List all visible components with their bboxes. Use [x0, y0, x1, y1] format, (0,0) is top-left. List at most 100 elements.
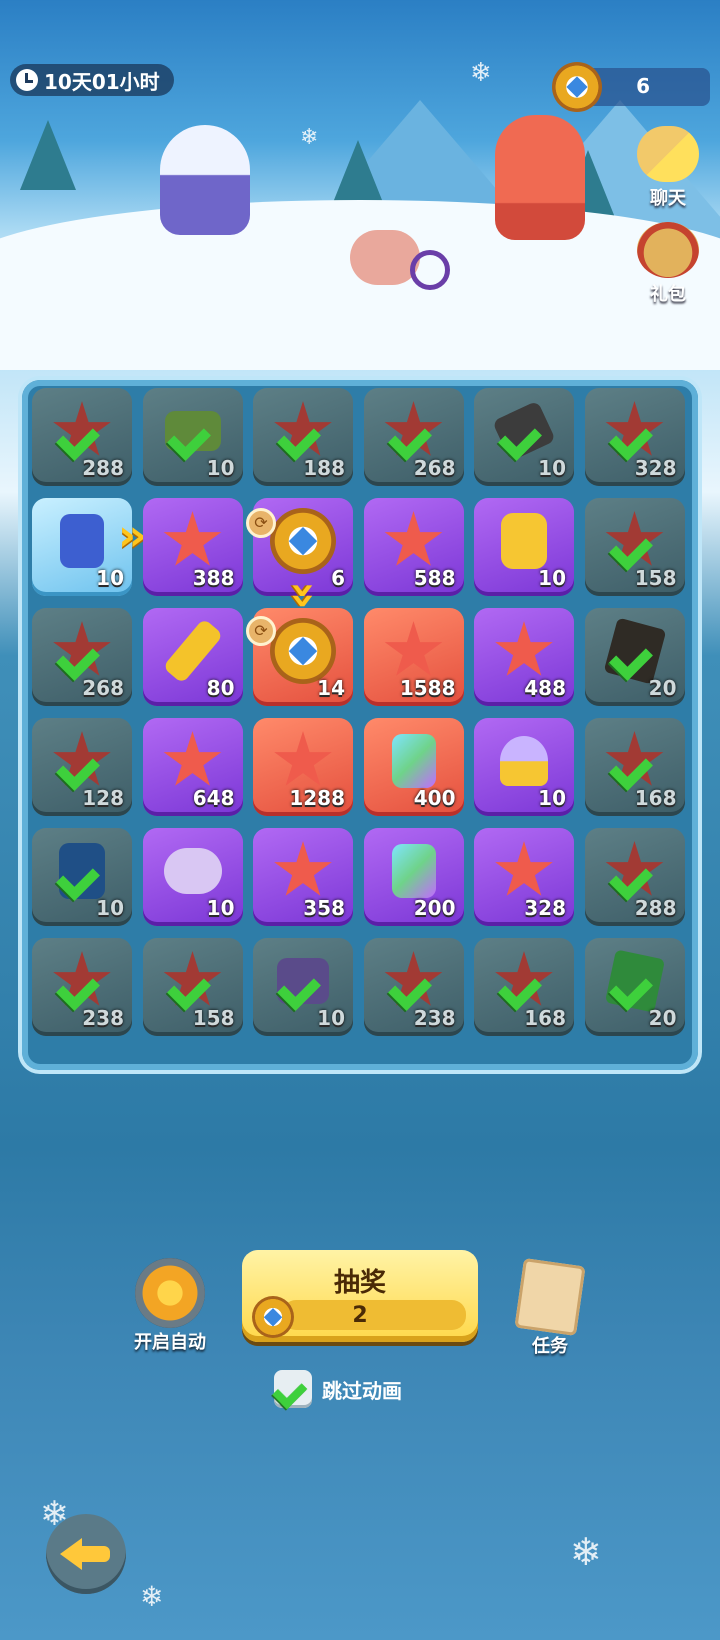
swap-icon: ⟳ [246, 616, 276, 646]
auto-start-button[interactable]: 开启自动 [128, 1258, 212, 1354]
chat-icon [637, 126, 699, 182]
golden-key-icon [161, 618, 224, 684]
checkmark-icon [275, 1371, 312, 1403]
board-tile: 588 [363, 498, 464, 596]
snowflake-icon: ❄ [300, 125, 319, 150]
red-dinosaur-character [495, 115, 585, 240]
snowflake-icon: ❄ [470, 58, 492, 88]
gift-label: 礼包 [650, 284, 686, 305]
tile-count: 238 [82, 1006, 124, 1030]
board-tile: 80 [142, 608, 243, 706]
checkmark-icon [391, 963, 437, 1003]
checkmark-icon [612, 853, 658, 893]
gift-pack-button[interactable]: 礼包 [630, 222, 706, 306]
pig-character [350, 230, 420, 285]
checkmark-icon [612, 523, 658, 563]
tile-count: 10 [206, 456, 235, 480]
checkmark-icon [612, 963, 658, 1003]
tile-count: 238 [413, 1006, 456, 1030]
board-tile: 268 [363, 388, 464, 486]
tile-count: 388 [192, 566, 235, 590]
rainbow-gem-icon [391, 844, 436, 899]
board-tile: 20 [584, 938, 685, 1036]
tile-count: 6 [331, 566, 345, 590]
lottery-draw-button[interactable]: 抽奖 2 [242, 1250, 478, 1342]
magnifier-icon [410, 250, 450, 290]
tile-count: 14 [317, 676, 345, 700]
clock-icon [16, 69, 38, 91]
board-tile: 488 [474, 608, 574, 706]
arrow-down-icon: » [278, 581, 330, 610]
tile-count: 588 [413, 566, 456, 590]
task-button[interactable]: 任务 [508, 1258, 592, 1358]
board-tile: 10 [142, 388, 243, 486]
draw-title: 抽奖 [333, 1268, 386, 1298]
board-tile: 158 [142, 938, 243, 1036]
tile-count: 268 [82, 676, 124, 700]
skip-animation-checkbox[interactable] [274, 1370, 312, 1408]
starfish-icon [163, 511, 222, 566]
snowflake-icon: ❄ [40, 1494, 69, 1534]
starfish-icon [274, 841, 332, 896]
tile-count: 328 [634, 456, 677, 480]
checkmark-icon [280, 413, 326, 453]
board-tile: 400 [363, 718, 464, 816]
gold-statue-icon [501, 513, 547, 570]
tile-count: 168 [524, 1006, 566, 1030]
tile-count: 1288 [289, 786, 345, 810]
rainbow-gem-icon [391, 734, 436, 789]
tile-count: 10 [96, 566, 124, 590]
draw-count: 2 [352, 1303, 368, 1328]
tile-count: 358 [303, 896, 345, 920]
tile-count: 20 [648, 676, 677, 700]
board-tile: 288 [584, 828, 685, 926]
checkmark-icon [280, 963, 326, 1003]
checkmark-icon [501, 963, 547, 1003]
chat-label: 聊天 [650, 188, 686, 209]
board-tile: 288 [32, 388, 132, 486]
checkmark-icon [612, 633, 658, 673]
currency-value: 6 [636, 74, 650, 98]
orb-chest-icon [500, 736, 548, 787]
task-label: 任务 [532, 1336, 568, 1357]
board-tile: 20 [584, 608, 685, 706]
board-tile: 1288 [253, 718, 353, 816]
tile-count: 288 [634, 896, 677, 920]
board-tile: 200 [363, 828, 464, 926]
eskimo-miner-character [160, 125, 250, 235]
skip-animation-toggle[interactable]: 跳过动画 [274, 1370, 402, 1408]
board-tile: 188 [253, 388, 353, 486]
task-scroll-icon [514, 1258, 586, 1336]
starfish-icon [163, 731, 222, 786]
tile-count: 10 [538, 786, 566, 810]
board-tile: 238 [363, 938, 464, 1036]
tile-count: 288 [82, 456, 124, 480]
board-tile: 328 [474, 828, 574, 926]
chat-button[interactable]: 聊天 [630, 126, 706, 210]
board-tile: 328 [584, 388, 685, 486]
compass-icon [552, 62, 602, 112]
board-tile: 268 [32, 608, 132, 706]
tile-count: 158 [634, 566, 677, 590]
auto-label: 开启自动 [134, 1332, 206, 1353]
checkmark-icon [59, 633, 105, 673]
starfish-icon [384, 511, 443, 566]
gift-bag-icon [637, 222, 699, 278]
tile-count: 20 [648, 1006, 677, 1030]
snowflake-icon: ❄ [140, 1580, 164, 1613]
tile-count: 158 [192, 1006, 235, 1030]
arrow-right-icon: » [118, 510, 147, 561]
board-tile: 388 [142, 498, 243, 596]
starfish-icon [384, 621, 443, 676]
gear-icon [135, 1258, 205, 1328]
checkmark-icon [59, 743, 105, 783]
pine-tree [20, 120, 76, 190]
board-tile: 10 [474, 718, 574, 816]
board-tile: 358 [253, 828, 353, 926]
checkmark-icon [612, 743, 658, 783]
tile-count: 128 [82, 786, 124, 810]
tile-count: 400 [413, 786, 456, 810]
tile-count: 328 [524, 896, 566, 920]
tile-count: 80 [206, 676, 235, 700]
tile-count: 648 [192, 786, 235, 810]
